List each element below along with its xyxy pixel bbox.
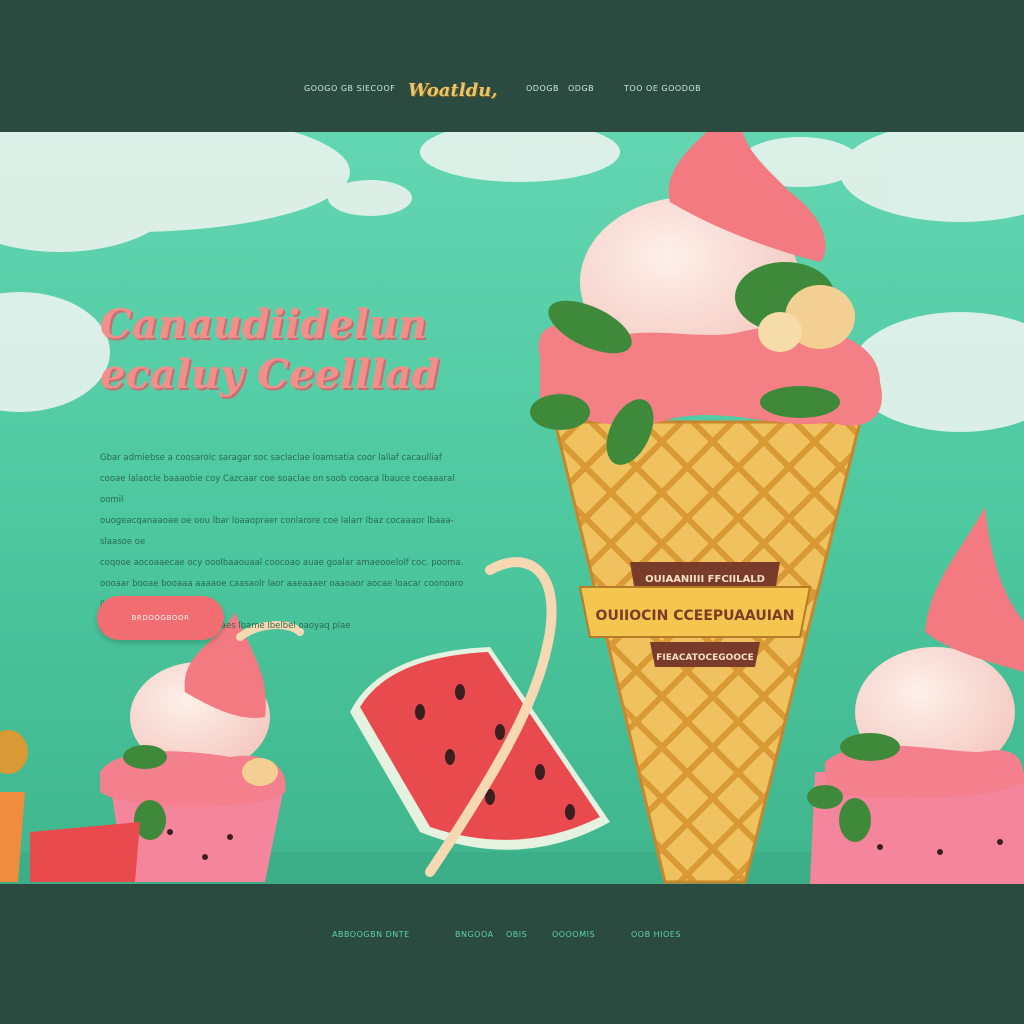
paragraph-line: coqooe aocoaaecae ocy ooolbaaouaal cooco… xyxy=(100,558,464,568)
hero-headline-line-1: Canaudiidelun xyxy=(100,301,427,348)
paragraph-line: Gbar admiebse a coosarolc saragar soc sa… xyxy=(100,453,442,463)
nav-link-left[interactable]: GOOGO GB SIECOOF xyxy=(304,84,395,93)
footer-link-1[interactable]: ABBOOGBN DNTE xyxy=(332,930,410,939)
brand-logo[interactable]: Woatldu, xyxy=(408,80,498,101)
cone-label-bottom: FIEACATOCEGOOCE xyxy=(656,653,753,663)
header-bar xyxy=(0,0,1024,132)
large-ice-cream-cup-right xyxy=(807,507,1024,884)
footer-link-3[interactable]: OBIS xyxy=(506,930,527,939)
footer-link-5[interactable]: OOB HIOES xyxy=(631,930,681,939)
footer-bar xyxy=(0,884,1024,1024)
nav-link-right[interactable]: TOO OE GOODOB xyxy=(624,84,701,93)
paragraph-line: ouogeacqanaaoae oe oou lbar loaaopraer c… xyxy=(100,516,454,547)
cone-label-middle: OUIIOCIN CCEEPUAAUIAN xyxy=(596,608,795,624)
footer-link-2[interactable]: BNGOOA xyxy=(455,930,494,939)
paragraph-line: cooae lalaocle baaaobie coy Cazcaar coe … xyxy=(100,474,455,505)
hero-headline-line-2: ecaluy Ceelllad xyxy=(100,351,440,398)
footer-link-4[interactable]: OOOOMIS xyxy=(552,930,595,939)
cone-label-top: OUIAANIIII FFCIILALD xyxy=(645,574,765,585)
nav-link-center-2[interactable]: ODGB xyxy=(568,84,594,93)
cta-button[interactable]: BRDOOGBOOR xyxy=(97,596,224,640)
nav-link-center-1[interactable]: ODOGB xyxy=(526,84,559,93)
